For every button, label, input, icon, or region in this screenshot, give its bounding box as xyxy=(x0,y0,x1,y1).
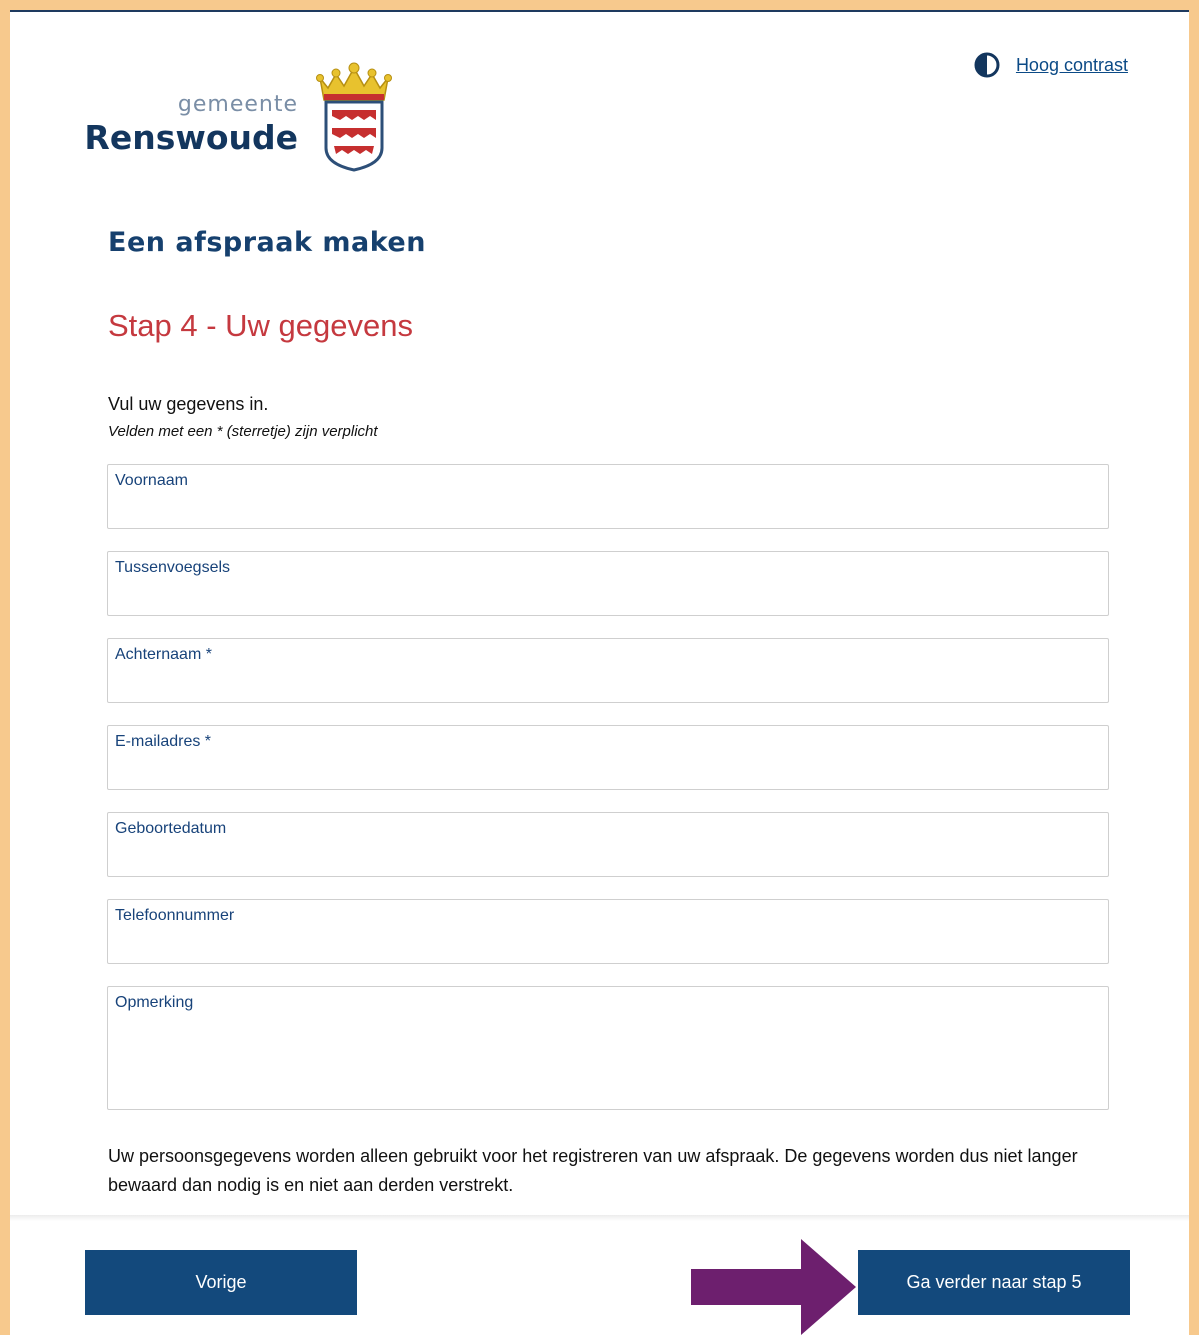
high-contrast-link[interactable]: Hoog contrast xyxy=(1016,55,1128,76)
next-step-button[interactable]: Ga verder naar stap 5 xyxy=(858,1250,1130,1315)
last-name-label: Achternaam * xyxy=(115,646,212,663)
logo-subtitle: gemeente xyxy=(177,92,298,117)
page: Hoog contrast gemeente Renswoude Een afs… xyxy=(10,10,1189,1335)
birthdate-label: Geboortedatum xyxy=(115,820,227,837)
last-name-input[interactable] xyxy=(114,668,1102,696)
phone-field[interactable]: Telefoonnummer xyxy=(107,899,1109,964)
last-name-field[interactable]: Achternaam * xyxy=(107,638,1109,703)
email-label: E-mailadres * xyxy=(115,733,212,750)
first-name-input[interactable] xyxy=(114,494,1102,522)
footer-divider xyxy=(10,1215,1189,1221)
infix-input[interactable] xyxy=(114,581,1102,609)
required-fields-note: Velden met een * (sterretje) zijn verpli… xyxy=(108,423,378,440)
step-title: Stap 4 - Uw gegevens xyxy=(108,308,414,343)
form-intro: Vul uw gegevens in. xyxy=(108,394,269,414)
page-title: Een afspraak maken xyxy=(108,227,426,258)
remark-label: Opmerking xyxy=(115,994,194,1011)
municipality-logo[interactable]: gemeente Renswoude xyxy=(84,60,404,174)
email-field[interactable]: E-mailadres * xyxy=(107,725,1109,790)
coat-of-arms-icon xyxy=(316,62,392,172)
remark-textarea[interactable] xyxy=(114,1019,1102,1103)
phone-input[interactable] xyxy=(114,929,1102,957)
previous-button[interactable]: Vorige xyxy=(85,1250,357,1315)
high-contrast-toggle[interactable]: Hoog contrast xyxy=(974,52,1128,78)
logo-title: Renswoude xyxy=(84,118,298,157)
remark-field[interactable]: Opmerking xyxy=(107,986,1109,1110)
infix-field[interactable]: Tussenvoegsels xyxy=(107,551,1109,616)
first-name-field[interactable]: Voornaam xyxy=(107,464,1109,529)
right-arrow-icon xyxy=(691,1239,856,1335)
contrast-icon xyxy=(974,52,1000,78)
email-input[interactable] xyxy=(114,755,1102,783)
first-name-label: Voornaam xyxy=(115,472,188,489)
phone-label: Telefoonnummer xyxy=(115,907,235,924)
birthdate-input[interactable] xyxy=(114,842,1102,870)
infix-label: Tussenvoegsels xyxy=(115,559,231,576)
birthdate-field[interactable]: Geboortedatum xyxy=(107,812,1109,877)
privacy-notice: Uw persoonsgegevens worden alleen gebrui… xyxy=(108,1146,1078,1195)
